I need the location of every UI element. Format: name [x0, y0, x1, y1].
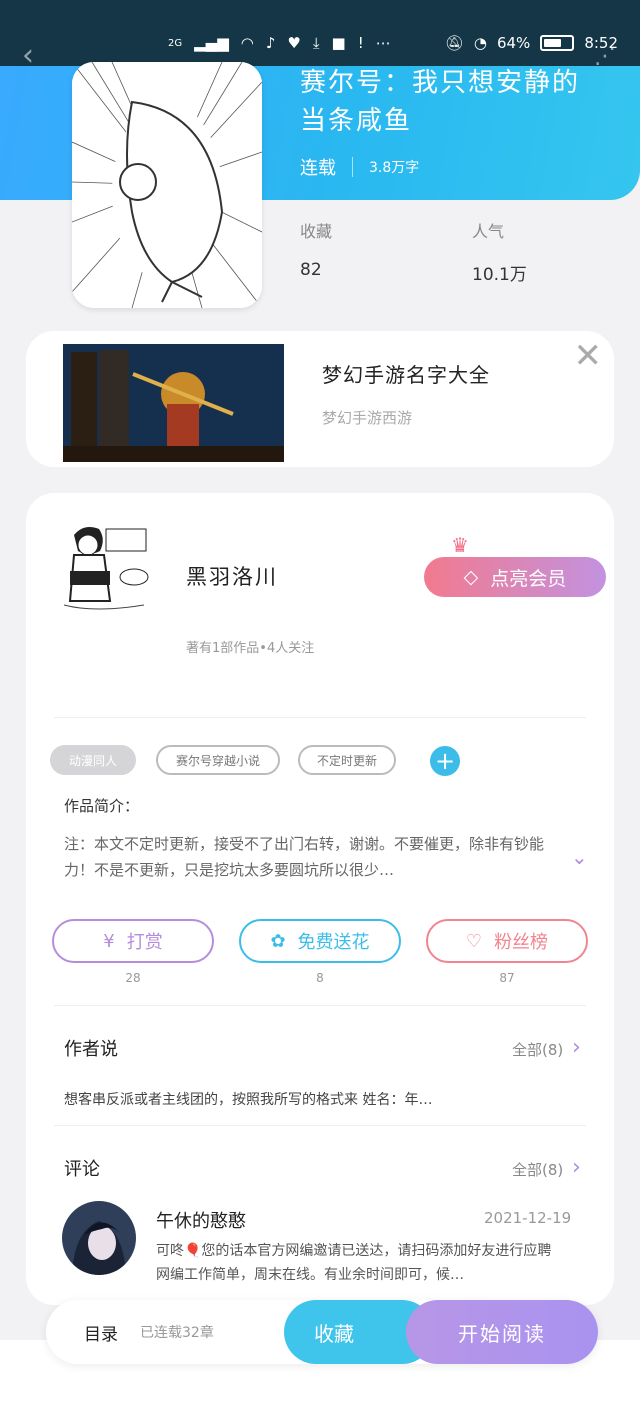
chevron-right-icon[interactable]: ›	[572, 1035, 581, 1060]
chapter-count: 已连载32章	[140, 1325, 214, 1341]
author-says-text[interactable]: 想客串反派或者主线团的，按照我所写的格式来 姓名：年…	[64, 1089, 432, 1109]
tag-2[interactable]: 赛尔号穿越小说	[156, 745, 280, 775]
chevron-down-icon[interactable]: ⌄	[571, 845, 588, 869]
app-icon: ■	[331, 34, 346, 52]
comment-user[interactable]: 午休的憨憨	[156, 1207, 246, 1233]
favorites-stat: 收藏 82	[300, 218, 332, 280]
flower-count: 8	[316, 971, 324, 985]
comment-date: 2021-12-19	[484, 1209, 572, 1227]
ad-subtitle: 梦幻手游西游	[322, 409, 413, 427]
bottom-bar: 目录 已连载32章 收藏 开始阅读	[46, 1300, 598, 1364]
book-cover	[72, 62, 262, 308]
cover-illustration	[72, 62, 262, 308]
more-icon: ⋯	[375, 34, 391, 52]
intro-heading: 作品简介：	[64, 797, 140, 815]
start-reading-button[interactable]: 开始阅读	[406, 1300, 598, 1364]
battery-icon	[540, 35, 575, 51]
back-icon[interactable]: ‹	[22, 38, 34, 73]
send-flower-button[interactable]: ✿ 免费送花	[239, 919, 401, 963]
chevron-right-icon[interactable]: ›	[572, 1155, 581, 1180]
book-meta: 连载 3.8万字	[300, 154, 419, 180]
flower-icon: ✿	[270, 930, 286, 952]
ad-title: 梦幻手游名字大全	[322, 363, 490, 387]
battery-percent: 64%	[496, 34, 531, 52]
author-name[interactable]: 黑羽洛川	[186, 561, 278, 591]
reward-button[interactable]: ¥ 打赏	[52, 919, 214, 963]
fans-rank-label: 粉丝榜	[494, 932, 549, 953]
tiktok-icon: ♪	[265, 34, 276, 52]
mute-icon: 🔕︎	[444, 34, 464, 52]
tag-3[interactable]: 不定时更新	[298, 745, 396, 775]
popularity-stat: 人气 10.1万	[472, 218, 527, 285]
book-title: 赛尔号：我只想安静的当条咸鱼	[300, 68, 581, 136]
ad-card[interactable]: 梦幻手游名字大全 梦幻手游西游 ✕	[26, 331, 614, 467]
divider	[54, 1125, 586, 1126]
avatar[interactable]	[62, 1201, 136, 1275]
close-icon[interactable]: ✕	[574, 339, 603, 373]
wifi-icon: ◠	[240, 34, 254, 52]
send-flower-label: 免费送花	[297, 932, 370, 953]
download-icon: ⤓	[312, 34, 320, 52]
book-detail-card: 黑羽洛川 著有1部作品•4人关注 ♛ ◇ 点亮会员 动漫同人 赛尔号穿越小说 不…	[26, 493, 614, 1305]
intro-text: 注：本文不定时更新，接受不了出门右转，谢谢。不要催更，除非有钞能力！不是不更新，…	[64, 835, 545, 879]
comments-heading: 评论	[64, 1159, 100, 1180]
word-count: 3.8万字	[369, 160, 420, 176]
popularity-value: 10.1万	[472, 265, 527, 285]
fans-count: 87	[499, 971, 515, 985]
add-tag-icon[interactable]: +	[430, 746, 460, 776]
author-says-heading: 作者说	[64, 1039, 118, 1060]
book-status: 连载	[300, 158, 336, 179]
reward-count: 28	[125, 971, 141, 985]
diamond-icon: ◇	[463, 566, 479, 588]
speed-icon: ◔	[473, 34, 487, 52]
comments-all-link[interactable]: 全部(8)	[512, 1159, 563, 1180]
signal-icon: ▂▄▆	[194, 34, 229, 52]
yuan-icon: ¥	[103, 930, 115, 952]
author-says-all-link[interactable]: 全部(8)	[512, 1039, 563, 1060]
tag-1[interactable]: 动漫同人	[50, 745, 136, 775]
author-info: 著有1部作品•4人关注	[186, 641, 315, 656]
fans-rank-button[interactable]: ♡ 粉丝榜	[426, 919, 588, 963]
ad-image[interactable]	[63, 344, 284, 462]
popularity-label: 人气	[472, 222, 505, 241]
favorites-label: 收藏	[300, 222, 333, 241]
status-bar: 2G ▂▄▆ ◠ ♪ ♥ ⤓ ■ ! ⋯ 🔕︎ ◔ 64% 8:52	[0, 30, 640, 60]
comment-text[interactable]: 可咚🎈您的话本官方网编邀请已送达，请扫码添加好友进行应聘 网编工作简单，周末在线…	[156, 1239, 568, 1287]
divider	[54, 717, 586, 718]
fans-icon: ♡	[465, 930, 483, 952]
vip-label: 点亮会员	[490, 567, 567, 590]
vip-button[interactable]: ◇ 点亮会员	[424, 557, 606, 597]
author-avatar[interactable]	[44, 515, 156, 627]
divider	[54, 1005, 586, 1006]
reward-label: 打赏	[126, 932, 163, 953]
network-label: 2G	[168, 37, 183, 49]
meta-divider	[352, 157, 353, 177]
heart-icon: ♥	[287, 34, 301, 52]
alert-icon: !	[357, 34, 364, 52]
toc-button[interactable]: 目录	[84, 1320, 118, 1345]
crown-icon: ♛	[451, 533, 469, 557]
favorites-value: 82	[300, 260, 322, 280]
